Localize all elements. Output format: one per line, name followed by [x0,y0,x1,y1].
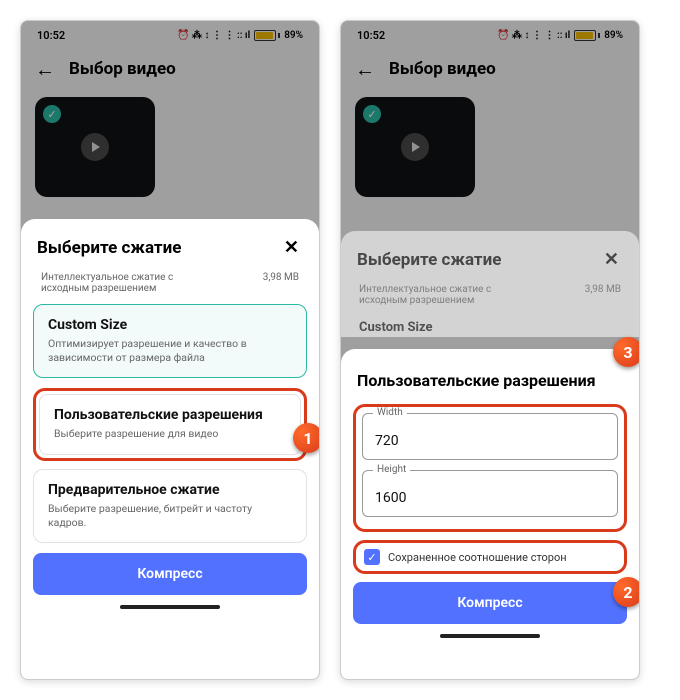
close-icon[interactable]: ✕ [280,235,303,260]
home-indicator [440,634,540,638]
status-time: 10:52 [37,29,65,42]
highlight-fields: Width 720 Height 1600 [353,404,627,532]
video-thumbnail[interactable]: ✓ [355,97,475,197]
callout-badge-3: 3 [613,337,640,367]
width-label: Width [373,407,407,418]
video-thumbnail[interactable]: ✓ [35,97,155,197]
height-field[interactable]: Height 1600 [362,470,618,517]
compression-sheet: Выберите сжатие ✕ Интеллектуальное сжати… [21,219,319,679]
checkbox-label: Сохраненное соотношение сторон [388,551,567,564]
highlight-1: Пользовательские разрешения Выберите раз… [33,388,307,460]
option-custom-size[interactable]: Custom Size Оптимизирует разрешение и ка… [33,304,307,378]
check-icon: ✓ [363,105,381,123]
option-title: Custom Size [48,317,292,333]
battery-pct: 89% [604,30,623,41]
status-icons: ⏰ ⁂ ↕ ⋮ ⋮ :: ıl [497,30,570,41]
status-right: ⏰ ⁂ ↕ ⋮ ⋮ :: ıl 89% [497,30,623,41]
option-desc: Выберите разрешение для видео [54,427,286,441]
back-icon[interactable]: ← [35,59,55,79]
checkbox-icon: ✓ [364,549,380,565]
play-icon[interactable] [401,133,429,161]
statusbar: 10:52 ⏰ ⁂ ↕ ⋮ ⋮ :: ıl 89% [21,21,319,49]
phone-right: 10:52 ⏰ ⁂ ↕ ⋮ ⋮ :: ıl 89% ← Выбор видео … [340,20,640,680]
option-user-resolution[interactable]: Пользовательские разрешения Выберите раз… [39,394,301,454]
info-text: Интеллектуальное сжатие с исходным разре… [41,272,221,294]
callout-badge-1: 1 [293,423,320,453]
battery-icon [254,30,280,41]
battery-pct: 89% [284,30,303,41]
callout-badge-2: 2 [613,577,640,607]
option-desc: Оптимизирует разрешение и качество в зав… [48,337,292,365]
play-icon[interactable] [81,133,109,161]
sheet-bg-peek: Выберите сжатие ✕ Интеллектуальное сжати… [341,231,639,337]
width-value: 720 [375,433,399,449]
info-row: Интеллектуальное сжатие с исходным разре… [33,272,307,304]
option-desc: Выберите разрешение, битрейт и частоту к… [48,502,292,530]
battery-icon [574,30,600,41]
option-title: Предварительное сжатие [48,482,292,498]
statusbar: 10:52 ⏰ ⁂ ↕ ⋮ ⋮ :: ıl 89% [341,21,639,49]
sheet-title: Выберите сжатие [37,238,181,258]
phone-left: 10:52 ⏰ ⁂ ↕ ⋮ ⋮ :: ıl 89% ← Выбор видео … [20,20,320,680]
back-icon[interactable]: ← [355,59,375,79]
status-time: 10:52 [357,29,385,42]
page-title: Выбор видео [389,59,496,79]
aspect-ratio-checkbox[interactable]: ✓ Сохраненное соотношение сторон [362,547,618,567]
height-value: 1600 [375,490,406,506]
status-icons: ⏰ ⁂ ↕ ⋮ ⋮ :: ıl [177,30,250,41]
check-icon: ✓ [43,105,61,123]
option-pre-compression[interactable]: Предварительное сжатие Выберите разрешен… [33,469,307,543]
info-size: 3,98 MB [263,272,299,283]
sheet-title: Пользовательские разрешения [357,371,596,390]
highlight-checkbox: ✓ Сохраненное соотношение сторон [353,540,627,574]
appbar: ← Выбор видео [21,49,319,91]
height-label: Height [373,464,410,475]
resolution-sheet: 3 Пользовательские разрешения Width 720 … [341,349,639,679]
close-icon: ✕ [600,247,623,272]
status-right: ⏰ ⁂ ↕ ⋮ ⋮ :: ıl 89% [177,30,303,41]
page-title: Выбор видео [69,59,176,79]
compress-button[interactable]: Компресс [33,553,307,595]
appbar: ← Выбор видео [341,49,639,91]
compress-button[interactable]: Компресс [353,582,627,624]
option-title: Пользовательские разрешения [54,407,286,423]
home-indicator [120,605,220,609]
width-field[interactable]: Width 720 [362,413,618,460]
